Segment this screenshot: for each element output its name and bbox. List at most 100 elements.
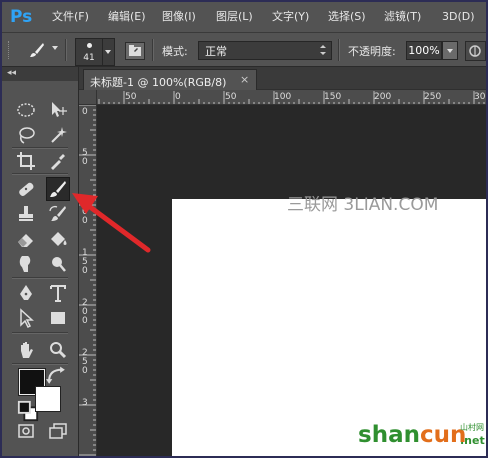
quick-mask-icon xyxy=(18,424,34,438)
type-tool[interactable] xyxy=(47,282,69,304)
blur-tool[interactable] xyxy=(15,253,37,275)
tool-separator xyxy=(12,332,68,334)
crop-tool[interactable] xyxy=(15,150,37,172)
ruler-label: 0 xyxy=(175,92,181,102)
screen-mode-button[interactable] xyxy=(47,420,69,442)
ruler-label: 200 xyxy=(374,92,392,102)
watermark-net: .net xyxy=(460,434,485,447)
paint-bucket-icon xyxy=(51,232,67,246)
menu-filter[interactable]: 滤镜(T) xyxy=(384,10,421,24)
hand-tool[interactable] xyxy=(15,339,37,361)
magic-wand-icon xyxy=(51,127,67,143)
close-icon[interactable]: × xyxy=(240,73,249,86)
brush-tool-preset-icon[interactable] xyxy=(28,41,46,59)
separator xyxy=(152,39,154,61)
brush-size: 41 xyxy=(83,53,95,63)
ruler-label: 0 xyxy=(82,316,88,326)
eyedropper-tool[interactable] xyxy=(47,150,69,172)
tool-preset-dropdown[interactable] xyxy=(52,46,58,50)
brush-panel-toggle-button[interactable] xyxy=(125,42,145,60)
quick-mask-button[interactable] xyxy=(15,420,37,442)
type-t-icon xyxy=(50,285,66,302)
elliptical-marquee-icon xyxy=(17,103,35,117)
background-color-swatch[interactable] xyxy=(35,386,61,412)
paint-bucket-tool[interactable] xyxy=(47,228,69,250)
marquee-tool[interactable] xyxy=(15,99,37,121)
tool-separator xyxy=(12,173,68,175)
watermark-3lian: 三联网 3LIAN.COM xyxy=(287,195,439,215)
blend-mode-select[interactable]: 正常 xyxy=(198,41,332,60)
move-tool[interactable] xyxy=(47,99,69,121)
ps-logo: Ps xyxy=(10,7,33,27)
opacity-label: 不透明度: xyxy=(348,45,396,58)
magic-wand-tool[interactable] xyxy=(47,124,69,146)
magnifier-dodge-icon xyxy=(52,257,66,272)
menu-edit[interactable]: 编辑(E) xyxy=(108,10,146,24)
photoshop-window: Ps 文件(F) 编辑(E) 图像(I) 图层(L) 文字(Y) 选择(S) 滤… xyxy=(0,0,488,458)
tool-separator xyxy=(12,277,68,279)
brush-picker[interactable]: 41 xyxy=(75,38,103,66)
ruler-label: 150 xyxy=(324,92,342,102)
bandage-icon xyxy=(19,182,34,196)
document-tab[interactable]: 未标题-1 @ 100%(RGB/8) × xyxy=(83,69,257,90)
chevron-down-icon xyxy=(447,49,453,53)
vertical-ruler[interactable]: 0 5 0 1 0 0 1 5 0 2 0 0 2 5 0 3 xyxy=(79,105,97,456)
opacity-input[interactable]: 100% xyxy=(406,41,442,60)
pressure-opacity-button[interactable] xyxy=(465,41,486,61)
dodge-tool[interactable] xyxy=(47,253,69,275)
document-canvas[interactable] xyxy=(172,199,486,456)
pen-nib-icon xyxy=(20,285,32,300)
eraser-icon xyxy=(18,234,33,247)
brush-tool[interactable] xyxy=(46,177,70,201)
spot-healing-tool[interactable] xyxy=(15,178,37,200)
pen-tool[interactable] xyxy=(15,282,37,304)
eraser-tool[interactable] xyxy=(15,228,37,250)
default-colors-button[interactable] xyxy=(17,400,39,422)
ruler-label: 300 xyxy=(474,92,486,102)
stamp-icon xyxy=(19,206,33,221)
ruler-label: 250 xyxy=(424,92,442,102)
ruler-label: 50 xyxy=(225,92,237,102)
ruler-label: 0 xyxy=(82,266,88,276)
watermark-shancun-cn: 山村网 xyxy=(460,423,484,432)
menu-layer[interactable]: 图层(L) xyxy=(216,10,253,24)
history-brush-icon xyxy=(49,205,66,221)
document-tab-title: 未标题-1 @ 100%(RGB/8) xyxy=(90,76,227,89)
zoom-tool[interactable] xyxy=(47,339,69,361)
ruler-label: 100 xyxy=(274,92,292,102)
direct-select-arrow-icon xyxy=(20,308,34,329)
menu-image[interactable]: 图像(I) xyxy=(162,10,196,24)
move-arrow-icon xyxy=(52,102,67,117)
clone-stamp-tool[interactable] xyxy=(15,203,37,225)
mode-label: 模式: xyxy=(162,45,188,58)
watermark-shan: shan xyxy=(358,422,420,448)
history-brush-tool[interactable] xyxy=(47,203,69,225)
menu-3d[interactable]: 3D(D) xyxy=(442,10,475,24)
menu-select[interactable]: 选择(S) xyxy=(328,10,366,24)
path-selection-tool[interactable] xyxy=(15,307,37,329)
swap-colors-button[interactable] xyxy=(46,365,65,384)
brush-picker-dropdown[interactable] xyxy=(102,38,115,66)
opacity-slider-dropdown[interactable] xyxy=(442,41,458,60)
crop-icon xyxy=(17,152,35,170)
ruler-label: 0 xyxy=(82,107,88,117)
tool-separator xyxy=(12,147,68,149)
ruler-label: 0 xyxy=(82,366,88,376)
options-bar-grip[interactable] xyxy=(8,41,13,59)
watermark-shancun: shancun xyxy=(358,422,466,448)
eyedropper-icon xyxy=(51,154,65,170)
brush-tip-icon xyxy=(87,43,92,48)
zoom-magnifier-icon xyxy=(50,342,67,359)
rectangle-shape-icon xyxy=(51,312,65,324)
lasso-tool[interactable] xyxy=(15,124,37,146)
collapse-panel-button[interactable]: ◂◂ xyxy=(7,68,16,78)
blend-mode-value: 正常 xyxy=(205,45,227,58)
menu-type[interactable]: 文字(Y) xyxy=(272,10,309,24)
horizontal-ruler[interactable]: 50 0 50 100 150 200 250 300 xyxy=(97,90,486,105)
menu-file[interactable]: 文件(F) xyxy=(52,10,89,24)
menu-bar: Ps 文件(F) 编辑(E) 图像(I) 图层(L) 文字(Y) 选择(S) 滤… xyxy=(2,2,486,33)
ruler-label: 3 xyxy=(82,398,88,408)
swap-arrows-icon xyxy=(46,366,65,384)
rectangle-tool[interactable] xyxy=(47,307,69,329)
ruler-origin[interactable] xyxy=(79,90,97,105)
